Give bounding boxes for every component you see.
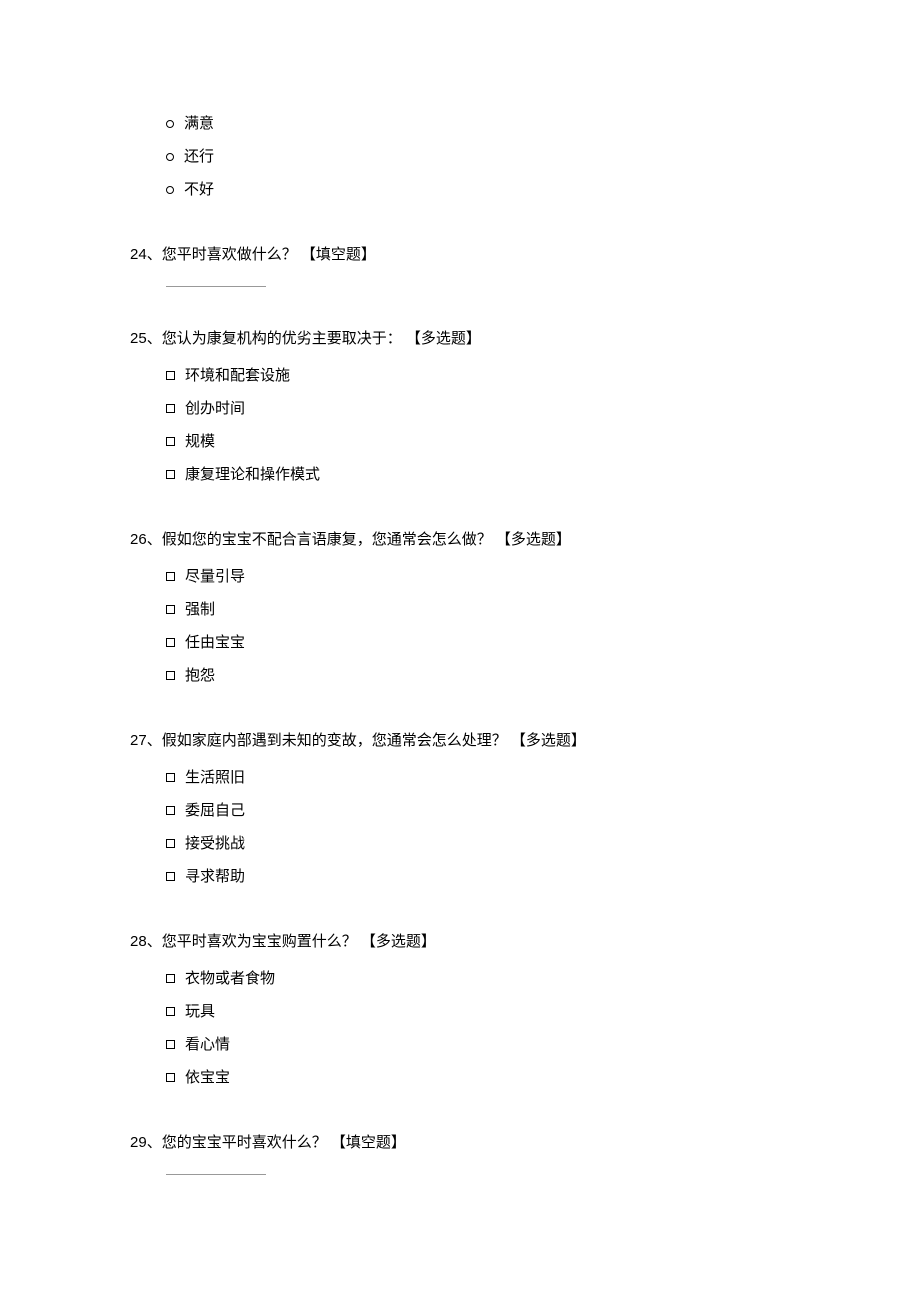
option-text: 康复理论和操作模式: [185, 461, 320, 488]
checkbox-icon: [166, 371, 175, 380]
option-text: 尽量引导: [185, 563, 245, 590]
question-type-label: 【多选题】: [511, 732, 586, 749]
radio-icon: [166, 186, 174, 194]
checkbox-icon: [166, 839, 175, 848]
option-item[interactable]: 环境和配套设施: [166, 362, 790, 389]
option-item[interactable]: 创办时间: [166, 395, 790, 422]
question-number: 26: [130, 531, 147, 548]
question-text: 您平时喜欢做什么？: [162, 246, 297, 263]
option-text: 看心情: [185, 1031, 230, 1058]
option-text: 生活照旧: [185, 764, 245, 791]
radio-icon: [166, 120, 174, 128]
question-title: 26、假如您的宝宝不配合言语康复，您通常会怎么做？ 【多选题】: [130, 526, 790, 553]
option-text: 环境和配套设施: [185, 362, 290, 389]
question-title: 25、您认为康复机构的优劣主要取决于： 【多选题】: [130, 325, 790, 352]
checkbox-icon: [166, 437, 175, 446]
option-item[interactable]: 接受挑战: [166, 830, 790, 857]
question-23-partial: 满意 还行 不好: [130, 110, 790, 203]
option-item[interactable]: 依宝宝: [166, 1064, 790, 1091]
checkbox-icon: [166, 671, 175, 680]
option-item[interactable]: 衣物或者食物: [166, 965, 790, 992]
option-list: 生活照旧 委屈自己 接受挑战 寻求帮助: [166, 764, 790, 890]
question-25: 25、您认为康复机构的优劣主要取决于： 【多选题】 环境和配套设施 创办时间 规…: [130, 325, 790, 488]
question-text: 假如家庭内部遇到未知的变故，您通常会怎么处理？: [162, 732, 507, 749]
option-item[interactable]: 康复理论和操作模式: [166, 461, 790, 488]
question-28: 28、您平时喜欢为宝宝购置什么？ 【多选题】 衣物或者食物 玩具 看心情 依宝宝: [130, 928, 790, 1091]
option-item[interactable]: 看心情: [166, 1031, 790, 1058]
option-item[interactable]: 满意: [166, 110, 790, 137]
fill-blank-line[interactable]: [166, 286, 266, 287]
option-item[interactable]: 规模: [166, 428, 790, 455]
question-text: 您的宝宝平时喜欢什么？: [162, 1134, 327, 1151]
option-text: 强制: [185, 596, 215, 623]
question-27: 27、假如家庭内部遇到未知的变故，您通常会怎么处理？ 【多选题】 生活照旧 委屈…: [130, 727, 790, 890]
checkbox-icon: [166, 1040, 175, 1049]
option-item[interactable]: 抱怨: [166, 662, 790, 689]
option-text: 不好: [184, 176, 214, 203]
question-type-label: 【多选题】: [361, 933, 436, 950]
question-text: 假如您的宝宝不配合言语康复，您通常会怎么做？: [162, 531, 492, 548]
option-text: 衣物或者食物: [185, 965, 275, 992]
option-text: 规模: [185, 428, 215, 455]
option-text: 满意: [184, 110, 214, 137]
question-title: 24、您平时喜欢做什么？ 【填空题】: [130, 241, 790, 268]
option-text: 寻求帮助: [185, 863, 245, 890]
option-item[interactable]: 尽量引导: [166, 563, 790, 590]
question-number: 25: [130, 330, 147, 347]
checkbox-icon: [166, 638, 175, 647]
option-text: 创办时间: [185, 395, 245, 422]
option-item[interactable]: 任由宝宝: [166, 629, 790, 656]
option-list: 衣物或者食物 玩具 看心情 依宝宝: [166, 965, 790, 1091]
option-text: 玩具: [185, 998, 215, 1025]
question-29: 29、您的宝宝平时喜欢什么？ 【填空题】: [130, 1129, 790, 1175]
option-item[interactable]: 强制: [166, 596, 790, 623]
option-text: 任由宝宝: [185, 629, 245, 656]
option-text: 依宝宝: [185, 1064, 230, 1091]
question-type-label: 【填空题】: [301, 246, 376, 263]
question-title: 28、您平时喜欢为宝宝购置什么？ 【多选题】: [130, 928, 790, 955]
option-item[interactable]: 不好: [166, 176, 790, 203]
checkbox-icon: [166, 773, 175, 782]
question-number: 24: [130, 246, 147, 263]
checkbox-icon: [166, 605, 175, 614]
option-item[interactable]: 委屈自己: [166, 797, 790, 824]
checkbox-icon: [166, 974, 175, 983]
checkbox-icon: [166, 806, 175, 815]
option-text: 还行: [184, 143, 214, 170]
question-number: 28: [130, 933, 147, 950]
radio-icon: [166, 153, 174, 161]
option-text: 抱怨: [185, 662, 215, 689]
question-number: 29: [130, 1134, 147, 1151]
question-24: 24、您平时喜欢做什么？ 【填空题】: [130, 241, 790, 287]
checkbox-icon: [166, 572, 175, 581]
option-text: 委屈自己: [185, 797, 245, 824]
fill-blank-line[interactable]: [166, 1174, 266, 1175]
checkbox-icon: [166, 872, 175, 881]
checkbox-icon: [166, 1007, 175, 1016]
question-type-label: 【多选题】: [496, 531, 571, 548]
checkbox-icon: [166, 404, 175, 413]
option-item[interactable]: 生活照旧: [166, 764, 790, 791]
option-list: 满意 还行 不好: [166, 110, 790, 203]
checkbox-icon: [166, 1073, 175, 1082]
checkbox-icon: [166, 470, 175, 479]
option-item[interactable]: 玩具: [166, 998, 790, 1025]
option-item[interactable]: 还行: [166, 143, 790, 170]
question-title: 27、假如家庭内部遇到未知的变故，您通常会怎么处理？ 【多选题】: [130, 727, 790, 754]
question-number: 27: [130, 732, 147, 749]
question-text: 您平时喜欢为宝宝购置什么？: [162, 933, 357, 950]
question-title: 29、您的宝宝平时喜欢什么？ 【填空题】: [130, 1129, 790, 1156]
question-type-label: 【多选题】: [406, 330, 481, 347]
question-text: 您认为康复机构的优劣主要取决于：: [162, 330, 402, 347]
option-item[interactable]: 寻求帮助: [166, 863, 790, 890]
question-type-label: 【填空题】: [331, 1134, 406, 1151]
option-list: 尽量引导 强制 任由宝宝 抱怨: [166, 563, 790, 689]
question-26: 26、假如您的宝宝不配合言语康复，您通常会怎么做？ 【多选题】 尽量引导 强制 …: [130, 526, 790, 689]
option-list: 环境和配套设施 创办时间 规模 康复理论和操作模式: [166, 362, 790, 488]
option-text: 接受挑战: [185, 830, 245, 857]
